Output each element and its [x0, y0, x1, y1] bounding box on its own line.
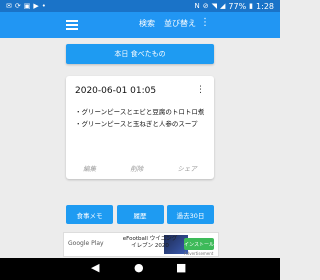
google-play-label: Google Play [68, 240, 104, 247]
clock-time: 1:28 [256, 1, 274, 11]
menu-icon[interactable] [66, 18, 78, 30]
bottom-button-row: 食事メモ 履歴 過去30日 [66, 205, 214, 224]
app-notification-icon: ▣ [23, 2, 31, 10]
ad-install-button[interactable]: インストール [184, 238, 214, 250]
sync-icon: ⟳ [14, 2, 21, 10]
recents-icon[interactable]: ■ [176, 261, 186, 274]
nfc-icon: N [194, 2, 200, 10]
sort-button[interactable]: 並び替え [164, 18, 196, 29]
list-item: ・グリーンピースと玉ねぎと人参のスープ [75, 119, 198, 128]
meal-memo-button[interactable]: 食事メモ [66, 205, 113, 224]
entry-items-list: ・グリーンピースとエビと豆腐のトロトロ煮 ・グリーンピースと玉ねぎと人参のスープ [75, 108, 209, 131]
status-left-icons: ✉ ⟳ ▣ ▶ • [6, 1, 46, 11]
battery-icon: ▮ [249, 2, 254, 10]
entry-datetime: 2020-06-01 01:05 [75, 86, 157, 96]
delete-button[interactable]: 削除 [130, 163, 143, 173]
ad-banner[interactable]: Google Play eFootball ウイニングイレブン 2020 インス… [63, 232, 219, 257]
home-icon[interactable]: ● [134, 261, 144, 274]
battery-percentage: 77% [228, 1, 247, 11]
status-bar: ✉ ⟳ ▣ ▶ • N ⊘ ◥ ◢ 77% ▮ 1:28 [0, 0, 280, 12]
app-bar: 検索 並び替え ⋮ [0, 12, 280, 38]
ad-title: eFootball ウイニングイレブン 2020 [122, 236, 178, 249]
share-button[interactable]: シェア [177, 163, 197, 173]
system-nav-bar: ◀ ● ■ [0, 258, 280, 280]
history-button[interactable]: 履歴 [116, 205, 164, 224]
past-30-days-button[interactable]: 過去30日 [167, 205, 214, 224]
mute-icon: ⊘ [202, 2, 209, 10]
today-eaten-button[interactable]: 本日 食べたもの [66, 44, 214, 64]
search-button[interactable]: 検索 [139, 18, 155, 29]
meal-entry-card: 2020-06-01 01:05 ⋮ ・グリーンピースとエビと豆腐のトロトロ煮 … [66, 76, 214, 179]
overflow-menu-icon[interactable]: ⋮ [200, 16, 210, 30]
video-icon: ▶ [33, 2, 39, 10]
more-notifications-icon: • [41, 2, 46, 10]
card-actions: 編集 削除 シェア [66, 163, 214, 173]
status-right-icons: N ⊘ ◥ ◢ 77% ▮ 1:28 [194, 1, 274, 11]
ad-disclaimer: Advertisement [184, 251, 214, 256]
wifi-icon: ◥ [211, 2, 217, 10]
edit-button[interactable]: 編集 [83, 163, 96, 173]
signal-icon: ◢ [220, 2, 226, 10]
notification-icon: ✉ [6, 2, 12, 10]
card-more-icon[interactable]: ⋮ [196, 85, 205, 95]
list-item: ・グリーンピースとエビと豆腐のトロトロ煮 [75, 108, 205, 116]
back-icon[interactable]: ◀ [91, 261, 99, 274]
